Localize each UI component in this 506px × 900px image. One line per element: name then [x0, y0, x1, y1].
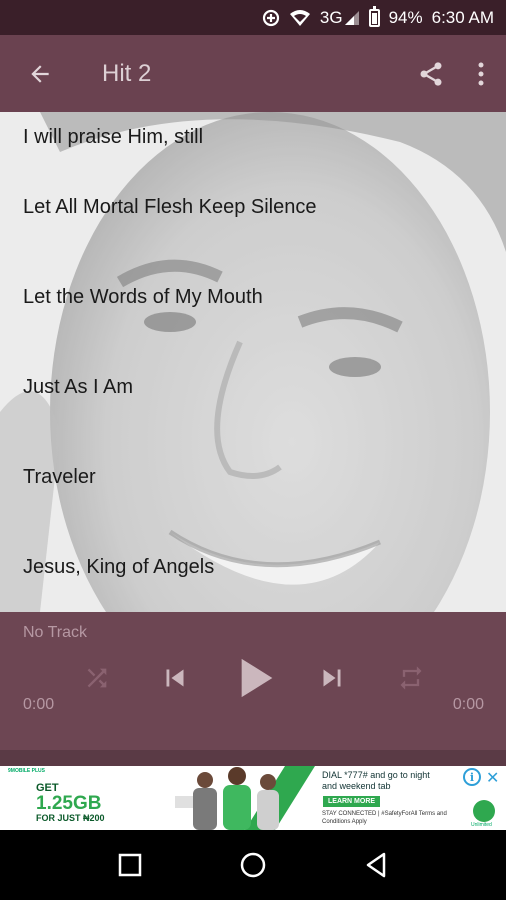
ad-footer-text: STAY CONNECTED | #SafetyForAll Terms and…: [322, 811, 447, 825]
shuffle-icon: [87, 668, 107, 688]
repeat-icon: [400, 666, 422, 690]
back-button[interactable]: [0, 35, 80, 112]
skip-next-icon: [323, 669, 341, 687]
list-item[interactable]: I will praise Him, still: [0, 112, 506, 162]
clock: 6:30 AM: [431, 7, 494, 27]
data-saver-icon: [262, 9, 280, 27]
page-title: Hit 2: [102, 59, 152, 87]
track-title: No Track: [23, 624, 88, 641]
ad-price: FOR JUST ₦200: [36, 813, 105, 823]
ad-learn-more-button[interactable]: LEARN MORE: [323, 796, 381, 807]
network-type: 3G: [319, 7, 343, 27]
repeat-button[interactable]: [394, 658, 428, 698]
play-button[interactable]: [236, 658, 278, 698]
ad-banner[interactable]: 9MOBILE PLUS GET 1.25GB FOR JUST ₦200 DI…: [0, 766, 506, 830]
ad-logo-text: Unlimited: [471, 822, 492, 828]
system-nav-bar: [0, 830, 506, 900]
ad-close-icon[interactable]: ✕: [486, 768, 499, 788]
ad-logo: [473, 800, 495, 822]
battery-icon: [368, 5, 380, 27]
more-options-button[interactable]: [456, 35, 506, 112]
back-arrow-icon: [31, 64, 49, 83]
wifi-icon: [289, 9, 311, 27]
list-item[interactable]: Let the Words of My Mouth: [0, 252, 506, 342]
play-icon: [241, 658, 273, 698]
elapsed-time: 0:00: [23, 696, 55, 713]
list-item[interactable]: Traveler: [0, 432, 506, 522]
list-item[interactable]: Just As I Am: [0, 342, 506, 432]
song-list-area: I will praise Him, still Let All Mortal …: [0, 112, 506, 612]
battery-percent: 94%: [388, 7, 423, 27]
share-button[interactable]: [406, 35, 456, 112]
ad-data-amount: 1.25GB: [36, 793, 102, 814]
ad-info-icon[interactable]: i: [463, 768, 481, 786]
list-item[interactable]: Jesus, King of Angels: [0, 522, 506, 612]
status-bar: 3G 94% 6:30 AM: [0, 0, 506, 35]
signal-icon: [344, 10, 360, 26]
list-item[interactable]: Let All Mortal Flesh Keep Silence: [0, 162, 506, 252]
ad-people-image: [175, 766, 315, 830]
home-icon[interactable]: [239, 851, 267, 879]
recent-apps-icon[interactable]: [118, 853, 142, 877]
ad-brand: 9MOBILE PLUS: [8, 768, 45, 774]
back-nav-icon[interactable]: [364, 851, 388, 879]
skip-previous-icon: [166, 669, 184, 687]
share-icon: [420, 61, 442, 86]
next-button[interactable]: [314, 658, 350, 698]
more-vert-icon: [478, 62, 484, 85]
song-list: I will praise Him, still Let All Mortal …: [0, 112, 506, 612]
previous-button[interactable]: [157, 658, 193, 698]
music-player: No Track 0:00 0:00: [0, 612, 506, 750]
shuffle-button[interactable]: [80, 658, 114, 698]
total-time: 0:00: [452, 696, 484, 713]
ad-dial-text: DIAL *777# and go to night and weekend t…: [322, 770, 430, 791]
app-toolbar: Hit 2: [0, 35, 506, 112]
